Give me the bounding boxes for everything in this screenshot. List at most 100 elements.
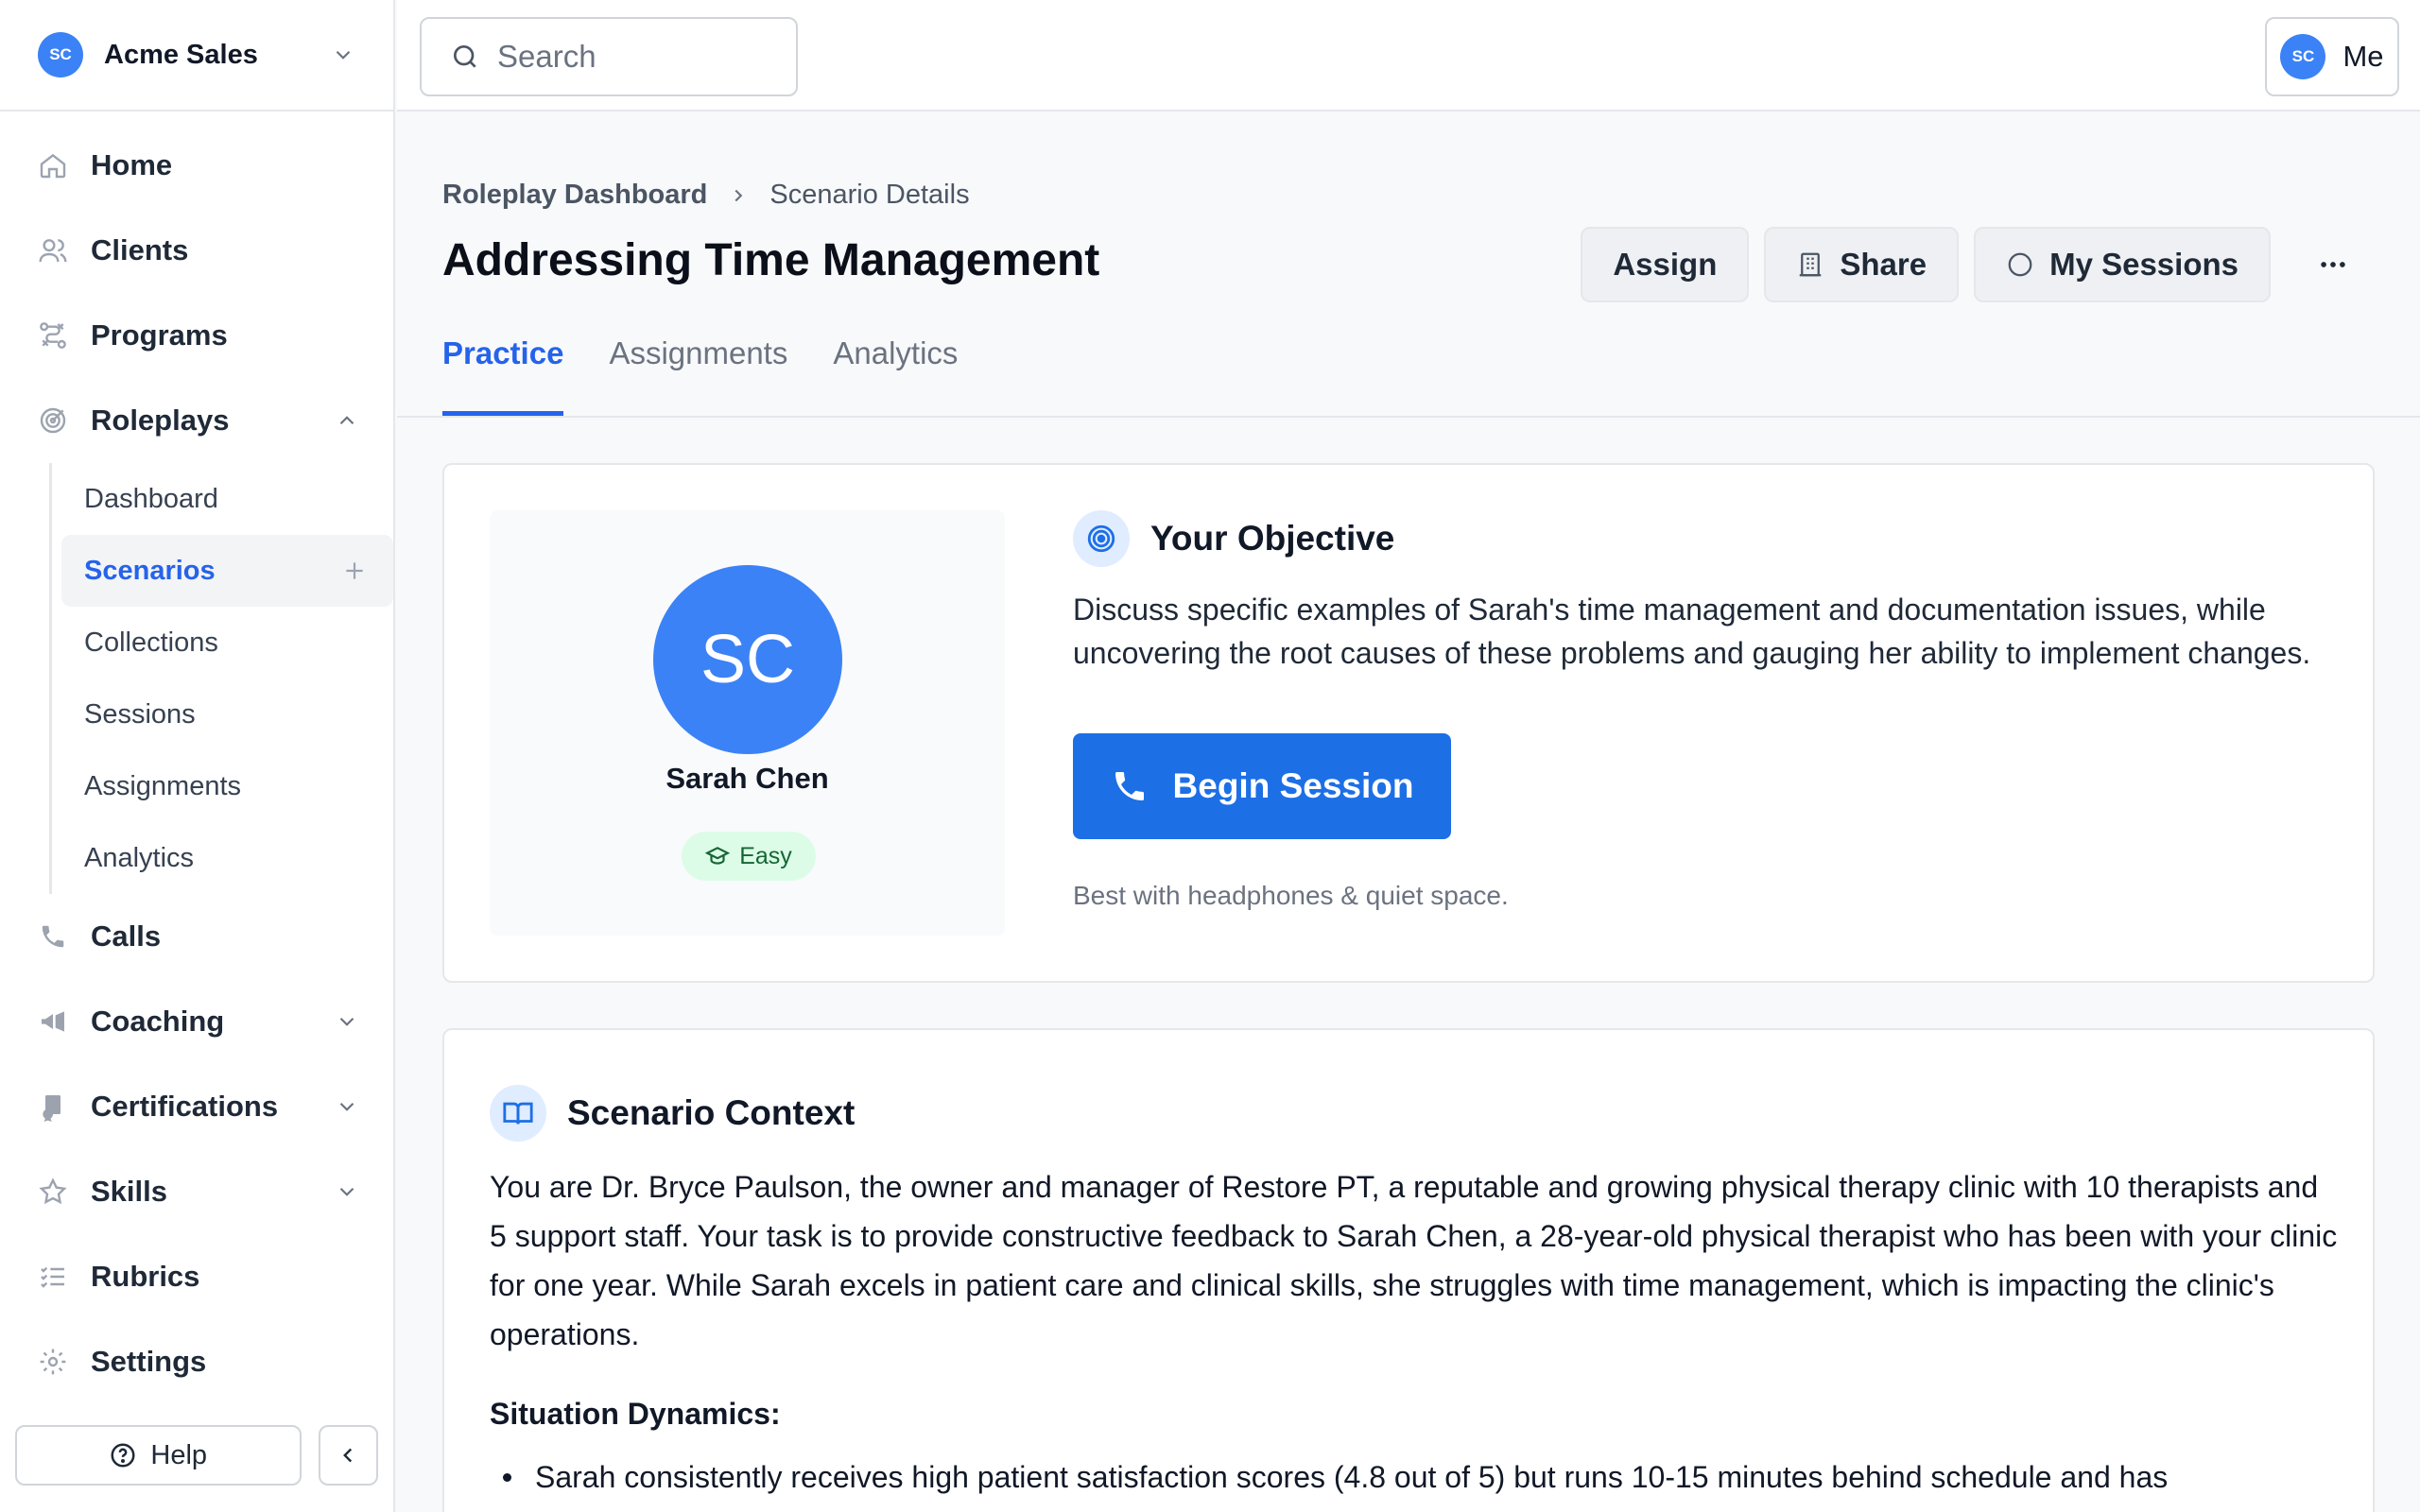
sidebar-subitem-collections[interactable]: Collections [61, 607, 393, 679]
sidebar-item-label: Calls [91, 919, 162, 953]
subitem-label: Analytics [84, 842, 195, 873]
users-icon [36, 233, 70, 267]
page-header: Roleplay Dashboard Scenario Details Addr… [397, 113, 2420, 418]
breadcrumb-current: Scenario Details [769, 180, 970, 210]
org-switcher[interactable]: SC Acme Sales [0, 0, 393, 112]
sidebar-nav: Home Clients Programs Roleplays Dashboar… [0, 123, 393, 1404]
target-icon [1073, 510, 1130, 567]
user-avatar: SC [2280, 34, 2326, 79]
search-icon [454, 45, 476, 68]
graduation-cap-icon [705, 847, 731, 865]
share-button[interactable]: Share [1764, 227, 1960, 302]
difficulty-badge: Easy [682, 832, 816, 881]
megaphone-icon [36, 1005, 70, 1039]
persona-name: Sarah Chen [666, 762, 829, 795]
objective-text: Discuss specific examples of Sarah's tim… [1073, 593, 2311, 670]
org-avatar: SC [38, 32, 83, 77]
building-icon [1800, 252, 1822, 277]
plus-icon[interactable] [342, 558, 367, 583]
sidebar-item-label: Roleplays [91, 404, 230, 437]
help-button[interactable]: Help [15, 1425, 302, 1486]
subitem-label: Sessions [84, 698, 196, 730]
dynamics-list: Sarah consistently receives high patient… [490, 1452, 2342, 1502]
persona-panel: SC Sarah Chen Easy [490, 510, 1005, 936]
gear-icon [36, 1345, 70, 1379]
chevron-left-icon [343, 1448, 353, 1463]
chevron-down-icon [336, 50, 351, 60]
sidebar-subitem-dashboard[interactable]: Dashboard [61, 463, 393, 535]
my-sessions-label: My Sessions [2049, 247, 2238, 282]
sidebar-subitem-analytics[interactable]: Analytics [61, 822, 393, 894]
list-item: Sarah consistently receives high patient… [490, 1452, 2342, 1502]
list-icon [36, 1260, 70, 1294]
sidebar-item-coaching[interactable]: Coaching [0, 979, 393, 1064]
begin-session-button[interactable]: Begin Session [1073, 733, 1451, 839]
sidebar-item-rubrics[interactable]: Rubrics [0, 1234, 393, 1319]
header-actions: Assign Share My Sessions [1581, 227, 2361, 302]
roleplays-subnav: Dashboard Scenarios Collections Sessions… [49, 463, 393, 894]
sidebar: SC Acme Sales Home Clients Programs Role… [0, 0, 395, 1512]
help-label: Help [150, 1439, 208, 1470]
sidebar-item-label: Certifications [91, 1090, 279, 1123]
sidebar-item-label: Skills [91, 1175, 167, 1208]
chevron-up-icon[interactable] [335, 408, 359, 433]
phone-icon [36, 919, 70, 954]
more-options-button[interactable] [2305, 236, 2361, 293]
sidebar-item-label: Home [91, 148, 173, 181]
home-icon [36, 148, 70, 182]
sidebar-item-settings[interactable]: Settings [0, 1319, 393, 1404]
topbar: SC Me [397, 0, 2420, 112]
objective-section: Your Objective Discuss specific examples… [1073, 510, 2340, 911]
chevron-down-icon[interactable] [335, 1009, 359, 1034]
my-sessions-button[interactable]: My Sessions [1974, 227, 2271, 302]
sidebar-item-label: Coaching [91, 1005, 225, 1038]
share-label: Share [1840, 247, 1927, 282]
chevron-right-icon [735, 189, 743, 201]
search-input[interactable] [497, 39, 762, 75]
sidebar-item-label: Clients [91, 233, 189, 266]
dynamics-title: Situation Dynamics: [490, 1397, 781, 1431]
sidebar-item-calls[interactable]: Calls [0, 894, 393, 979]
sidebar-item-certifications[interactable]: Certifications [0, 1064, 393, 1149]
sidebar-item-programs[interactable]: Programs [0, 293, 393, 378]
tab-assignments[interactable]: Assignments [609, 335, 787, 416]
context-text: You are Dr. Bryce Paulson, the owner and… [490, 1170, 2338, 1351]
objective-card: SC Sarah Chen Easy Your Objective Discus… [442, 463, 2375, 983]
chevron-down-icon[interactable] [335, 1094, 359, 1119]
sidebar-footer: Help [0, 1399, 393, 1512]
session-hint: Best with headphones & quiet space. [1073, 881, 1509, 910]
sidebar-subitem-scenarios[interactable]: Scenarios [61, 535, 393, 607]
objective-title: Your Objective [1150, 519, 1395, 558]
subitem-label: Assignments [84, 770, 242, 801]
collapse-sidebar-button[interactable] [318, 1425, 378, 1486]
search-box[interactable] [420, 17, 798, 96]
sidebar-item-label: Programs [91, 318, 228, 352]
sidebar-subitem-sessions[interactable]: Sessions [61, 679, 393, 750]
target-icon [36, 404, 70, 438]
context-section: Scenario Context You are Dr. Bryce Pauls… [490, 1085, 2342, 1502]
user-menu-button[interactable]: SC Me [2265, 17, 2399, 96]
tab-analytics[interactable]: Analytics [833, 335, 958, 416]
sidebar-subitem-assignments[interactable]: Assignments [61, 750, 393, 822]
sidebar-item-skills[interactable]: Skills [0, 1149, 393, 1234]
help-icon [111, 1443, 135, 1468]
context-title: Scenario Context [567, 1093, 856, 1132]
book-icon [490, 1085, 546, 1142]
subitem-label: Dashboard [84, 483, 218, 514]
assign-button[interactable]: Assign [1581, 227, 1750, 302]
tab-practice[interactable]: Practice [442, 335, 564, 416]
sidebar-item-label: Settings [91, 1345, 207, 1378]
sidebar-item-label: Rubrics [91, 1260, 200, 1293]
breadcrumb: Roleplay Dashboard Scenario Details [442, 180, 970, 211]
page-title: Addressing Time Management [442, 235, 1100, 285]
org-name: Acme Sales [104, 39, 258, 70]
circle-icon [2008, 252, 2032, 277]
breadcrumb-parent[interactable]: Roleplay Dashboard [442, 180, 707, 211]
assign-label: Assign [1613, 247, 1718, 282]
begin-session-label: Begin Session [1172, 766, 1414, 805]
chevron-down-icon[interactable] [335, 1179, 359, 1204]
sidebar-item-home[interactable]: Home [0, 123, 393, 208]
subitem-label: Scenarios [84, 555, 216, 586]
sidebar-item-clients[interactable]: Clients [0, 208, 393, 293]
sidebar-item-roleplays[interactable]: Roleplays [0, 378, 393, 463]
